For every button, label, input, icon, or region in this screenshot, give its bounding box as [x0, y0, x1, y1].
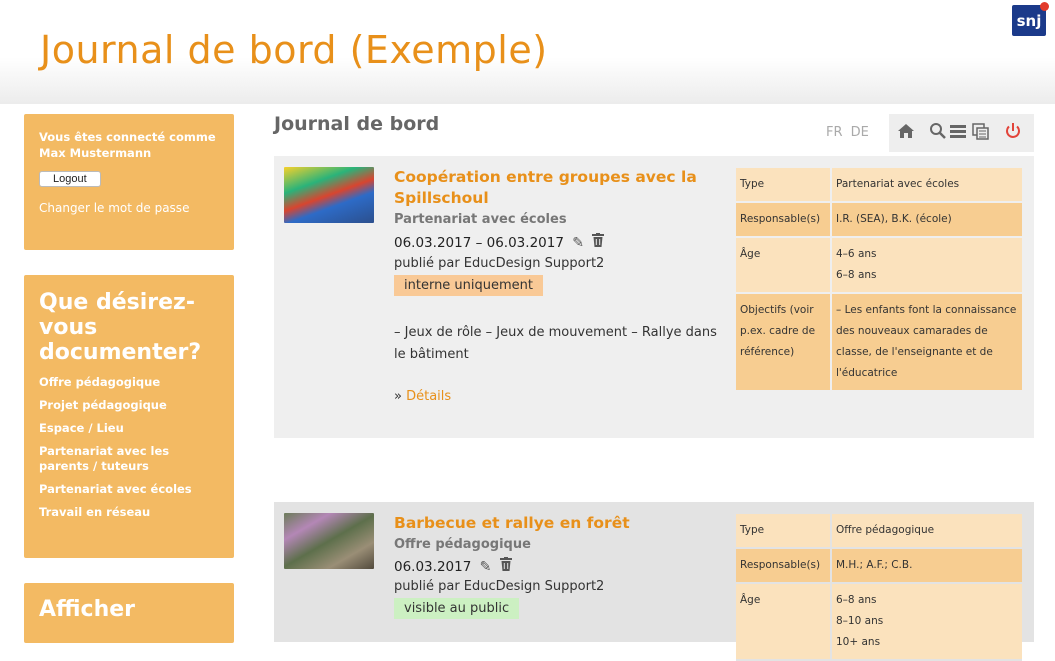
info-row: Objectifs (voir p.ex. cadre de référence…	[736, 294, 1022, 392]
info-key: Type	[736, 514, 832, 549]
display-heading: Afficher	[39, 597, 136, 622]
display-box: Afficher	[24, 583, 234, 643]
trash-icon[interactable]	[499, 557, 512, 575]
info-row: Responsable(s) M.H.; A.F.; C.B.	[736, 549, 1022, 584]
snj-logo[interactable]: snj	[1012, 2, 1049, 36]
info-row: Âge 6–8 ans 8–10 ans 10+ ans	[736, 584, 1022, 661]
entry-details-link: » Détails	[394, 389, 451, 404]
info-value: Offre pédagogique	[832, 514, 1022, 549]
site-title: Journal de bord (Exemple)	[40, 28, 548, 72]
logout-button[interactable]: Logout	[39, 171, 101, 187]
entry-date-row: 06.03.2017 – 06.03.2017 ✎	[394, 233, 605, 251]
entry-thumbnail[interactable]	[284, 513, 374, 569]
entry-date: 06.03.2017 – 06.03.2017	[394, 235, 564, 251]
visibility-badge: interne uniquement	[394, 275, 544, 296]
menu-item-parents[interactable]: Partenariat avec les parents / tuteurs	[39, 444, 219, 474]
info-key: Responsable(s)	[736, 549, 832, 584]
login-box: Vous êtes connecté comme Max Mustermann …	[24, 114, 234, 250]
menu-item-ecoles[interactable]: Partenariat avec écoles	[39, 482, 219, 497]
info-value: I.R. (SEA), B.K. (école)	[832, 203, 1022, 238]
entry-title[interactable]: Coopération entre groupes avec la Spills…	[394, 167, 704, 209]
entry-category: Partenariat avec écoles	[394, 212, 567, 227]
document-question: Que désirez-vous documenter?	[39, 290, 202, 365]
list-icon[interactable]	[950, 122, 966, 145]
details-prefix: »	[394, 389, 402, 404]
lang-fr[interactable]: FR	[826, 125, 843, 140]
info-value: 6–8 ans 8–10 ans 10+ ans	[832, 584, 1022, 661]
info-key: Responsable(s)	[736, 203, 832, 238]
entry-title[interactable]: Barbecue et rallye en forêt	[394, 513, 704, 534]
info-row: Type Offre pédagogique	[736, 514, 1022, 549]
lang-de[interactable]: DE	[851, 125, 869, 140]
info-row: Type Partenariat avec écoles	[736, 168, 1022, 203]
entry-date: 06.03.2017	[394, 559, 472, 575]
menu-item-reseau[interactable]: Travail en réseau	[39, 505, 219, 520]
change-password-link[interactable]: Changer le mot de passe	[39, 201, 219, 215]
menu-item-projet[interactable]: Projet pédagogique	[39, 398, 219, 413]
journal-entry: Coopération entre groupes avec la Spills…	[274, 156, 1034, 438]
document-menu: Que désirez-vous documenter? Offre pédag…	[24, 275, 234, 558]
entry-thumbnail[interactable]	[284, 167, 374, 223]
entry-published-by: publié par EducDesign Support2	[394, 256, 605, 271]
power-icon[interactable]	[1004, 122, 1022, 145]
info-value: Partenariat avec écoles	[832, 168, 1022, 203]
details-link[interactable]: Détails	[406, 389, 451, 404]
info-key: Âge	[736, 584, 832, 661]
entry-date-row: 06.03.2017 ✎	[394, 557, 512, 575]
visibility-badge: visible au public	[394, 598, 520, 619]
page-title: Journal de bord	[274, 113, 440, 135]
language-switch: FR DE	[826, 125, 873, 140]
home-icon[interactable]	[897, 122, 915, 145]
entry-category: Offre pédagogique	[394, 537, 531, 552]
journal-entry: Barbecue et rallye en forêt Offre pédago…	[274, 502, 1034, 661]
info-row: Responsable(s) I.R. (SEA), B.K. (école)	[736, 203, 1022, 238]
entry-published-by: publié par EducDesign Support2	[394, 579, 605, 594]
logo-text: snj	[1016, 11, 1042, 30]
info-value: 4–6 ans 6–8 ans	[832, 238, 1022, 294]
user-name: Max Mustermann	[39, 146, 152, 160]
edit-icon[interactable]: ✎	[572, 235, 584, 251]
sun-icon	[1040, 2, 1049, 11]
info-row: Âge 4–6 ans 6–8 ans	[736, 238, 1022, 294]
entry-info-table: Type Partenariat avec écoles Responsable…	[736, 168, 1022, 392]
menu-item-offre[interactable]: Offre pédagogique	[39, 375, 219, 390]
info-key: Objectifs (voir p.ex. cadre de référence…	[736, 294, 832, 392]
copy-icon[interactable]	[972, 122, 990, 145]
entry-description: – Jeux de rôle – Jeux de mouvement – Ral…	[394, 325, 717, 362]
info-value: M.H.; A.F.; C.B.	[832, 549, 1022, 584]
info-key: Type	[736, 168, 832, 203]
page-header: Journal de bord (Exemple) snj	[0, 0, 1055, 104]
toolbar	[889, 114, 1034, 152]
logged-in-label: Vous êtes connecté comme	[39, 130, 216, 144]
info-key: Âge	[736, 238, 832, 294]
edit-icon[interactable]: ✎	[480, 559, 492, 575]
info-value: – Les enfants font la connaissance des n…	[832, 294, 1022, 392]
search-icon[interactable]	[929, 122, 947, 145]
trash-icon[interactable]	[592, 233, 605, 251]
menu-item-espace[interactable]: Espace / Lieu	[39, 421, 219, 436]
entry-info-table: Type Offre pédagogique Responsable(s) M.…	[736, 514, 1022, 661]
